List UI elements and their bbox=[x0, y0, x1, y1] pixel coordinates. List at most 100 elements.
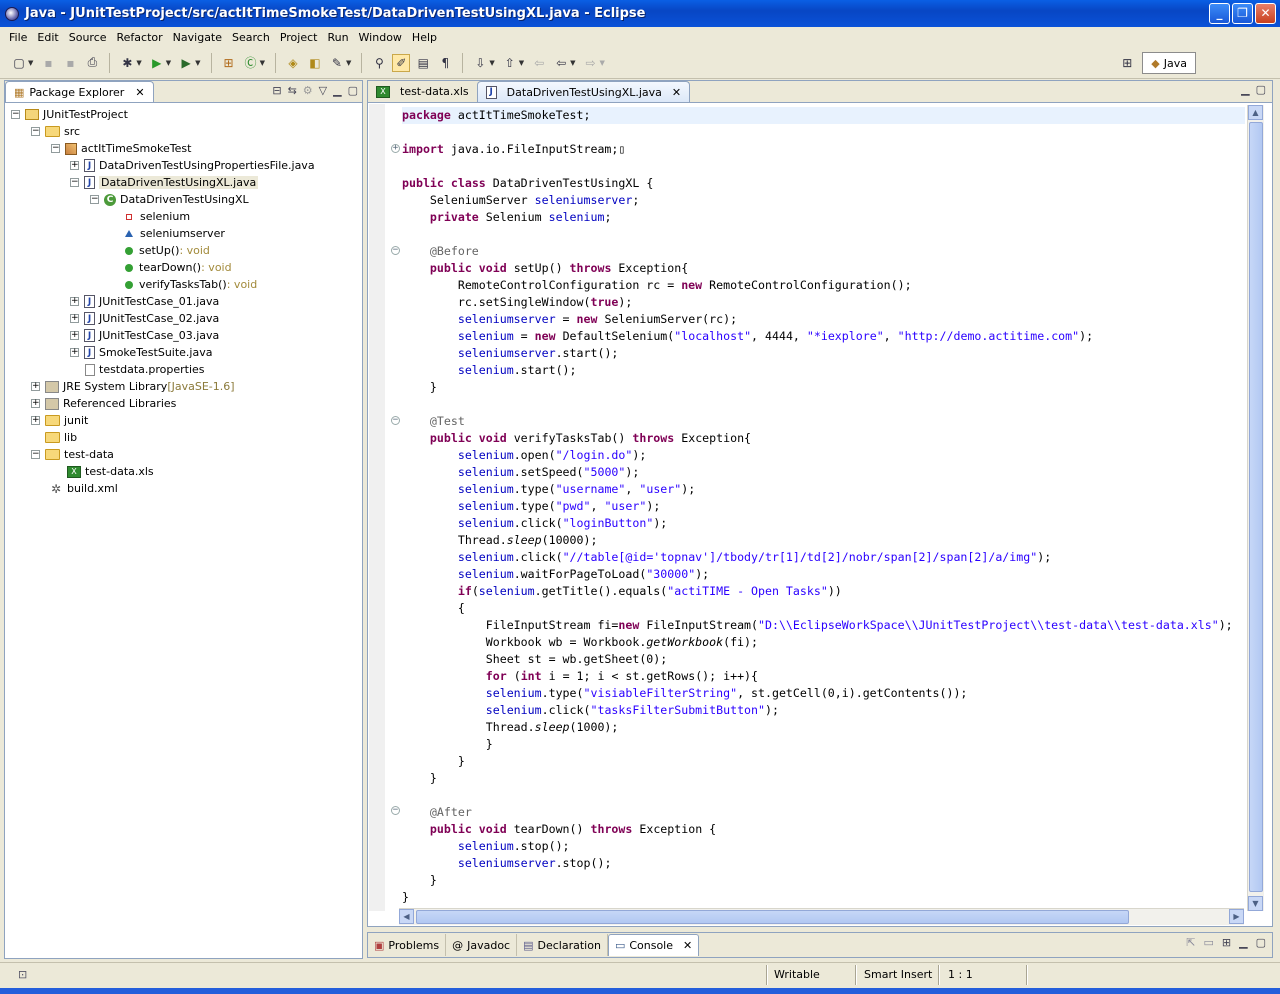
tab-test-data-xls[interactable]: X test-data.xls bbox=[368, 81, 477, 102]
collapse-icon[interactable]: − bbox=[11, 110, 20, 119]
menu-window[interactable]: Window bbox=[354, 31, 407, 44]
debug-dropdown-icon[interactable]: ▼ bbox=[136, 59, 141, 67]
last-edit-icon[interactable]: ⇦ bbox=[530, 54, 548, 72]
forward-dropdown-icon[interactable]: ▼ bbox=[600, 59, 605, 67]
expand-icon[interactable]: + bbox=[31, 416, 40, 425]
tree-item[interactable]: tearDown() : void bbox=[5, 259, 362, 276]
search-dropdown-icon[interactable]: ▼ bbox=[346, 59, 351, 67]
prev-annotation-icon[interactable]: ⇧ bbox=[501, 54, 519, 72]
tree-item[interactable]: + J DataDrivenTestUsingPropertiesFile.java bbox=[5, 157, 362, 174]
scroll-left-icon[interactable]: ◀ bbox=[399, 909, 414, 924]
open-resource-icon[interactable]: ◧ bbox=[306, 54, 324, 72]
expand-icon[interactable]: + bbox=[31, 399, 40, 408]
view-menu-icon[interactable]: ⚙ bbox=[303, 84, 313, 97]
code-editor[interactable]: + − − − package actItTimeSmokeTest; impo… bbox=[369, 104, 1245, 911]
expand-icon[interactable]: + bbox=[31, 382, 40, 391]
tree-item[interactable]: + Referenced Libraries bbox=[5, 395, 362, 412]
collapse-icon[interactable]: − bbox=[51, 144, 60, 153]
tree-item[interactable]: selenium bbox=[5, 208, 362, 225]
java-perspective-button[interactable]: ◆ Java bbox=[1142, 52, 1196, 74]
expand-icon[interactable]: + bbox=[70, 348, 79, 357]
close-view-icon[interactable]: ✕ bbox=[683, 939, 692, 952]
menu-file[interactable]: File bbox=[4, 31, 32, 44]
minimize-view-icon[interactable]: ▁ bbox=[1239, 936, 1247, 949]
tab-problems[interactable]: ▣ Problems bbox=[368, 934, 447, 956]
collapse-icon[interactable]: − bbox=[31, 127, 40, 136]
menu-project[interactable]: Project bbox=[275, 31, 323, 44]
save-all-icon[interactable]: ▪ bbox=[61, 54, 79, 72]
tree-item[interactable]: − C DataDrivenTestUsingXL bbox=[5, 191, 362, 208]
tree-item[interactable]: − src bbox=[5, 123, 362, 140]
tree-item[interactable]: + JRE System Library [JavaSE-1.6] bbox=[5, 378, 362, 395]
new-class-icon[interactable]: Ⓒ bbox=[242, 54, 260, 72]
tree-item[interactable]: + J JUnitTestCase_02.java bbox=[5, 310, 362, 327]
minimize-button[interactable]: _ bbox=[1209, 3, 1230, 24]
tree-item[interactable]: − test-data bbox=[5, 446, 362, 463]
tree-item[interactable]: testdata.properties bbox=[5, 361, 362, 378]
next-annotation-dropdown-icon[interactable]: ▼ bbox=[489, 59, 494, 67]
minimize-view-icon[interactable]: ▁ bbox=[333, 84, 341, 97]
maximize-view-icon[interactable]: ▢ bbox=[348, 84, 358, 97]
new-dropdown-icon[interactable]: ▼ bbox=[28, 59, 33, 67]
next-annotation-icon[interactable]: ⇩ bbox=[471, 54, 489, 72]
prev-annotation-dropdown-icon[interactable]: ▼ bbox=[519, 59, 524, 67]
tree-item[interactable]: setUp() : void bbox=[5, 242, 362, 259]
open-perspective-icon[interactable]: ⊞ bbox=[1118, 54, 1136, 72]
back-dropdown-icon[interactable]: ▼ bbox=[570, 59, 575, 67]
external-tools-icon[interactable]: ▶ bbox=[177, 54, 195, 72]
tree-item[interactable]: Xtest-data.xls bbox=[5, 463, 362, 480]
scroll-down-icon[interactable]: ▼ bbox=[1248, 896, 1263, 911]
menu-refactor[interactable]: Refactor bbox=[112, 31, 168, 44]
open-console-icon[interactable]: ⊞ bbox=[1222, 936, 1231, 949]
expand-icon[interactable]: + bbox=[70, 297, 79, 306]
run-dropdown-icon[interactable]: ▼ bbox=[166, 59, 171, 67]
tree-item[interactable]: + J SmokeTestSuite.java bbox=[5, 344, 362, 361]
close-tab-icon[interactable]: ✕ bbox=[672, 86, 681, 99]
collapse-all-icon[interactable]: ⊟ bbox=[272, 84, 281, 97]
fold-collapse-icon[interactable]: − bbox=[391, 806, 400, 815]
tree-item[interactable]: − JUnitTestProject bbox=[5, 106, 362, 123]
tree-item[interactable]: + junit bbox=[5, 412, 362, 429]
menu-help[interactable]: Help bbox=[407, 31, 442, 44]
maximize-button[interactable]: ❐ bbox=[1232, 3, 1253, 24]
close-button[interactable]: ✕ bbox=[1255, 3, 1276, 24]
maximize-view-icon[interactable]: ▢ bbox=[1256, 936, 1266, 949]
tab-console[interactable]: ▭ Console ✕ bbox=[607, 934, 700, 956]
external-tools-dropdown-icon[interactable]: ▼ bbox=[195, 59, 200, 67]
tab-javadoc[interactable]: @ Javadoc bbox=[446, 934, 518, 956]
expand-icon[interactable]: + bbox=[70, 161, 79, 170]
tab-declaration[interactable]: ▤ Declaration bbox=[517, 934, 608, 956]
menu-navigate[interactable]: Navigate bbox=[168, 31, 227, 44]
toggle-ant-icon[interactable]: ⚲ bbox=[370, 54, 388, 72]
collapse-icon[interactable]: − bbox=[90, 195, 99, 204]
menu-search[interactable]: Search bbox=[227, 31, 275, 44]
tree-item[interactable]: verifyTasksTab() : void bbox=[5, 276, 362, 293]
menu-edit[interactable]: Edit bbox=[32, 31, 63, 44]
new-package-icon[interactable]: ⊞ bbox=[220, 54, 238, 72]
close-view-icon[interactable]: ✕ bbox=[135, 86, 144, 99]
minimize-editor-icon[interactable]: ▁ bbox=[1241, 83, 1249, 96]
display-console-icon[interactable]: ▭ bbox=[1204, 936, 1214, 949]
fast-view-icon[interactable]: ⊡ bbox=[18, 968, 27, 981]
fold-expand-icon[interactable]: + bbox=[391, 144, 400, 153]
expand-icon[interactable]: + bbox=[70, 314, 79, 323]
menu-run[interactable]: Run bbox=[322, 31, 353, 44]
vertical-scrollbar[interactable]: ▲ ▼ bbox=[1247, 105, 1264, 911]
tree-item[interactable]: lib bbox=[5, 429, 362, 446]
show-whitespace-icon[interactable]: ¶ bbox=[436, 54, 454, 72]
open-type-icon[interactable]: ◈ bbox=[284, 54, 302, 72]
forward-icon[interactable]: ⇨ bbox=[582, 54, 600, 72]
collapse-icon[interactable]: − bbox=[31, 450, 40, 459]
tab-package-explorer[interactable]: ▦ Package Explorer ✕ bbox=[5, 81, 154, 102]
tree-item[interactable]: ✲ build.xml bbox=[5, 480, 362, 497]
block-selection-icon[interactable]: ▤ bbox=[414, 54, 432, 72]
tree-item[interactable]: − actItTimeSmokeTest bbox=[5, 140, 362, 157]
view-menu-chevron-icon[interactable]: ▽ bbox=[319, 84, 327, 97]
tree-item[interactable]: seleniumserver bbox=[5, 225, 362, 242]
collapse-icon[interactable]: − bbox=[70, 178, 79, 187]
tree-item[interactable]: − J DataDrivenTestUsingXL.java bbox=[5, 174, 362, 191]
fold-collapse-icon[interactable]: − bbox=[391, 246, 400, 255]
maximize-editor-icon[interactable]: ▢ bbox=[1256, 83, 1266, 96]
link-with-editor-icon[interactable]: ⇆ bbox=[288, 84, 297, 97]
save-icon[interactable]: ▪ bbox=[39, 54, 57, 72]
